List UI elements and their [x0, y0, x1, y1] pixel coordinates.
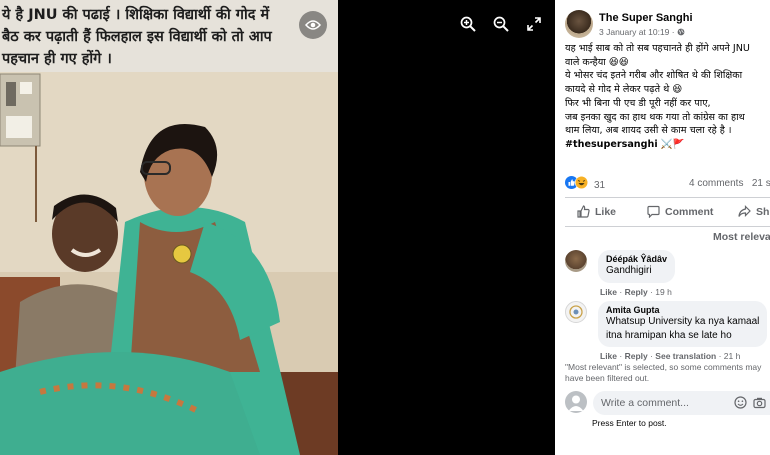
post-header	[565, 10, 593, 38]
thumbs-up-icon	[577, 205, 590, 218]
camera-icon[interactable]	[753, 396, 766, 414]
share-icon	[738, 205, 751, 217]
shares-count[interactable]: 21 sh	[752, 178, 770, 189]
author-name[interactable]: The Super Sanghi	[599, 12, 693, 24]
share-label: Sh	[756, 205, 770, 218]
photo-caption: ये है JNU की पढाई । शिक्षिका विद्यार्थी …	[2, 4, 307, 70]
comment-age[interactable]: 21 h	[724, 351, 741, 361]
post-timestamp[interactable]: 3 January at 10:19 ·	[599, 27, 685, 37]
post-line: वाले कन्हैया 😆😆	[565, 56, 629, 68]
post-line: फिर भी बिना पी एच डी पूरी नहीं कर पाए,	[565, 97, 711, 109]
comment-meta: Like · Reply · 19 h	[600, 287, 672, 297]
divider	[565, 197, 770, 198]
commenter-avatar[interactable]	[565, 301, 587, 323]
photo-caption-line: पहचान ही गए होंगे ।	[2, 51, 112, 67]
post-line: थाम लिया, अब शायद उसी से काम चला रहे है …	[565, 125, 732, 137]
author-avatar[interactable]	[565, 10, 593, 38]
divider	[565, 226, 770, 227]
comment-like-link[interactable]: Like	[600, 351, 617, 361]
reaction-count: 31	[594, 179, 606, 191]
eye-icon[interactable]	[299, 11, 327, 39]
enter-hint: Press Enter to post.	[592, 418, 667, 428]
zoom-out-icon[interactable]	[491, 14, 511, 34]
like-button[interactable]: Like	[577, 205, 616, 218]
photo-caption-line: बैठ कर पढ़ाती हैं फिलहाल इस विद्यार्थी क…	[2, 29, 272, 45]
commenter-name[interactable]: Amita Gupta	[606, 305, 759, 315]
photo-scene	[0, 72, 338, 455]
comments-shares-count: 4 comments 21 sh	[689, 178, 770, 189]
comment-button[interactable]: Comment	[647, 205, 713, 218]
comment-sort-dropdown[interactable]: Most relevant	[713, 231, 770, 243]
post-actions: Like Comment Sh	[555, 205, 770, 223]
hashtag-emoji: ⚔️🚩	[660, 138, 685, 150]
comment-reply-link[interactable]: Reply	[625, 351, 648, 361]
comment-icon	[647, 205, 660, 218]
comment-meta: Like · Reply · See translation · 21 h	[600, 351, 741, 361]
comment-text: Whatsup University ka nya kamaal	[606, 316, 760, 327]
like-label: Like	[595, 205, 617, 218]
post-hashtag-line: #thesupersanghi ⚔️🚩	[565, 138, 770, 152]
haha-reaction-icon	[574, 175, 589, 194]
post-panel: The Super Sanghi 3 January at 10:19 · यह…	[555, 0, 770, 455]
comment-like-link[interactable]: Like	[600, 287, 617, 297]
post-line: जब इनका खुद का हाथ थक गया तो कांग्रेस का…	[565, 111, 745, 123]
reaction-summary[interactable]: 31	[565, 175, 606, 194]
comment-age[interactable]: 19 h	[655, 287, 672, 297]
comment-reply-link[interactable]: Reply	[625, 287, 648, 297]
post-body: यह भाई साब को तो सब पहचानते ही होंगे अपन…	[565, 42, 770, 152]
photo-caption-line: ये है JNU की पढाई । शिक्षिका विद्यार्थी …	[2, 7, 270, 23]
commenter-name[interactable]: Déépák Ŷâdâv	[606, 254, 667, 264]
globe-icon	[677, 27, 685, 37]
post-time-text: 3 January at 10:19 ·	[599, 27, 677, 37]
post-photo[interactable]: ये है JNU की पढाई । शिक्षिका विद्यार्थी …	[0, 0, 338, 455]
comment-bubble: Amita Gupta Whatsup University ka nya ka…	[598, 301, 768, 347]
comment-text: Gandhigiri	[606, 265, 652, 276]
fullscreen-icon[interactable]	[524, 14, 544, 34]
post-line: यह भाई साब को तो सब पहचानते ही होंगे अपन…	[565, 43, 750, 54]
emoji-icon[interactable]	[734, 396, 747, 414]
zoom-in-icon[interactable]	[458, 14, 478, 34]
comments-count[interactable]: 4 comments	[689, 178, 743, 189]
write-comment-row: Write a comment...	[565, 391, 770, 415]
post-line: ये भोसर चंद इतने गरीब और शोषित थे की शिक…	[565, 70, 743, 82]
filter-note: "Most relevant" is selected, so some com…	[565, 362, 762, 383]
current-user-avatar	[565, 391, 587, 413]
commenter-avatar[interactable]	[565, 250, 587, 272]
hashtag-link[interactable]: #thesupersanghi	[565, 139, 658, 150]
comment-text: itna hramipan kha se late ho	[606, 329, 732, 341]
photo-viewer: ये है JNU की पढाई । शिक्षिका विद्यार्थी …	[0, 0, 555, 455]
share-button[interactable]: Sh	[738, 205, 769, 218]
see-translation-link[interactable]: See translation	[655, 351, 716, 361]
comment-label: Comment	[665, 205, 714, 218]
post-line: कायदे से गोद मे लेकर पढ़ते थे 😆	[565, 84, 683, 96]
comment-bubble: Déépák Ŷâdâv Gandhigiri	[598, 250, 676, 283]
